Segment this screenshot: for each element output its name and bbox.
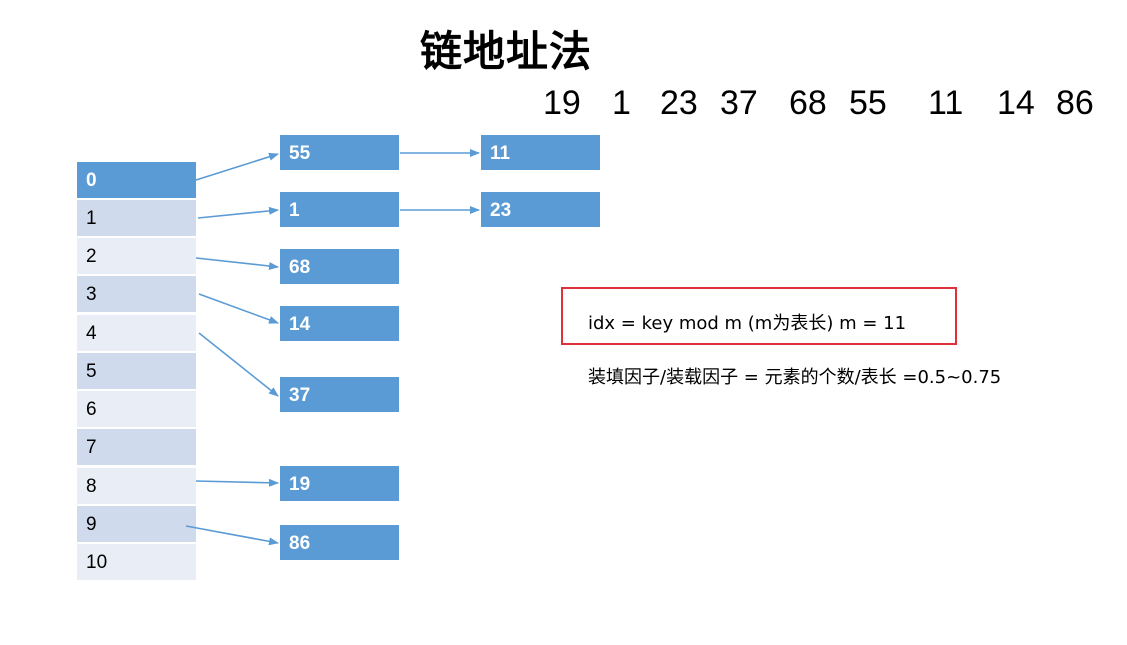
hash-formula: idx = key mod m (m为表长) m = 11 (588, 313, 907, 334)
arrow-2-to-68 (195, 257, 279, 270)
arrow-9-to-86 (185, 525, 279, 546)
load-factor-text: 装填因子/装载因子 = 元素的个数/表长 =0.5~0.75 (588, 367, 1002, 388)
arrow-4-to-37 (198, 332, 279, 397)
arrow-1-to-1 (197, 206, 279, 219)
arrow-3-to-14 (198, 293, 279, 324)
arrow-0-to-55 (195, 152, 279, 181)
arrow-8-to-19 (195, 478, 279, 487)
